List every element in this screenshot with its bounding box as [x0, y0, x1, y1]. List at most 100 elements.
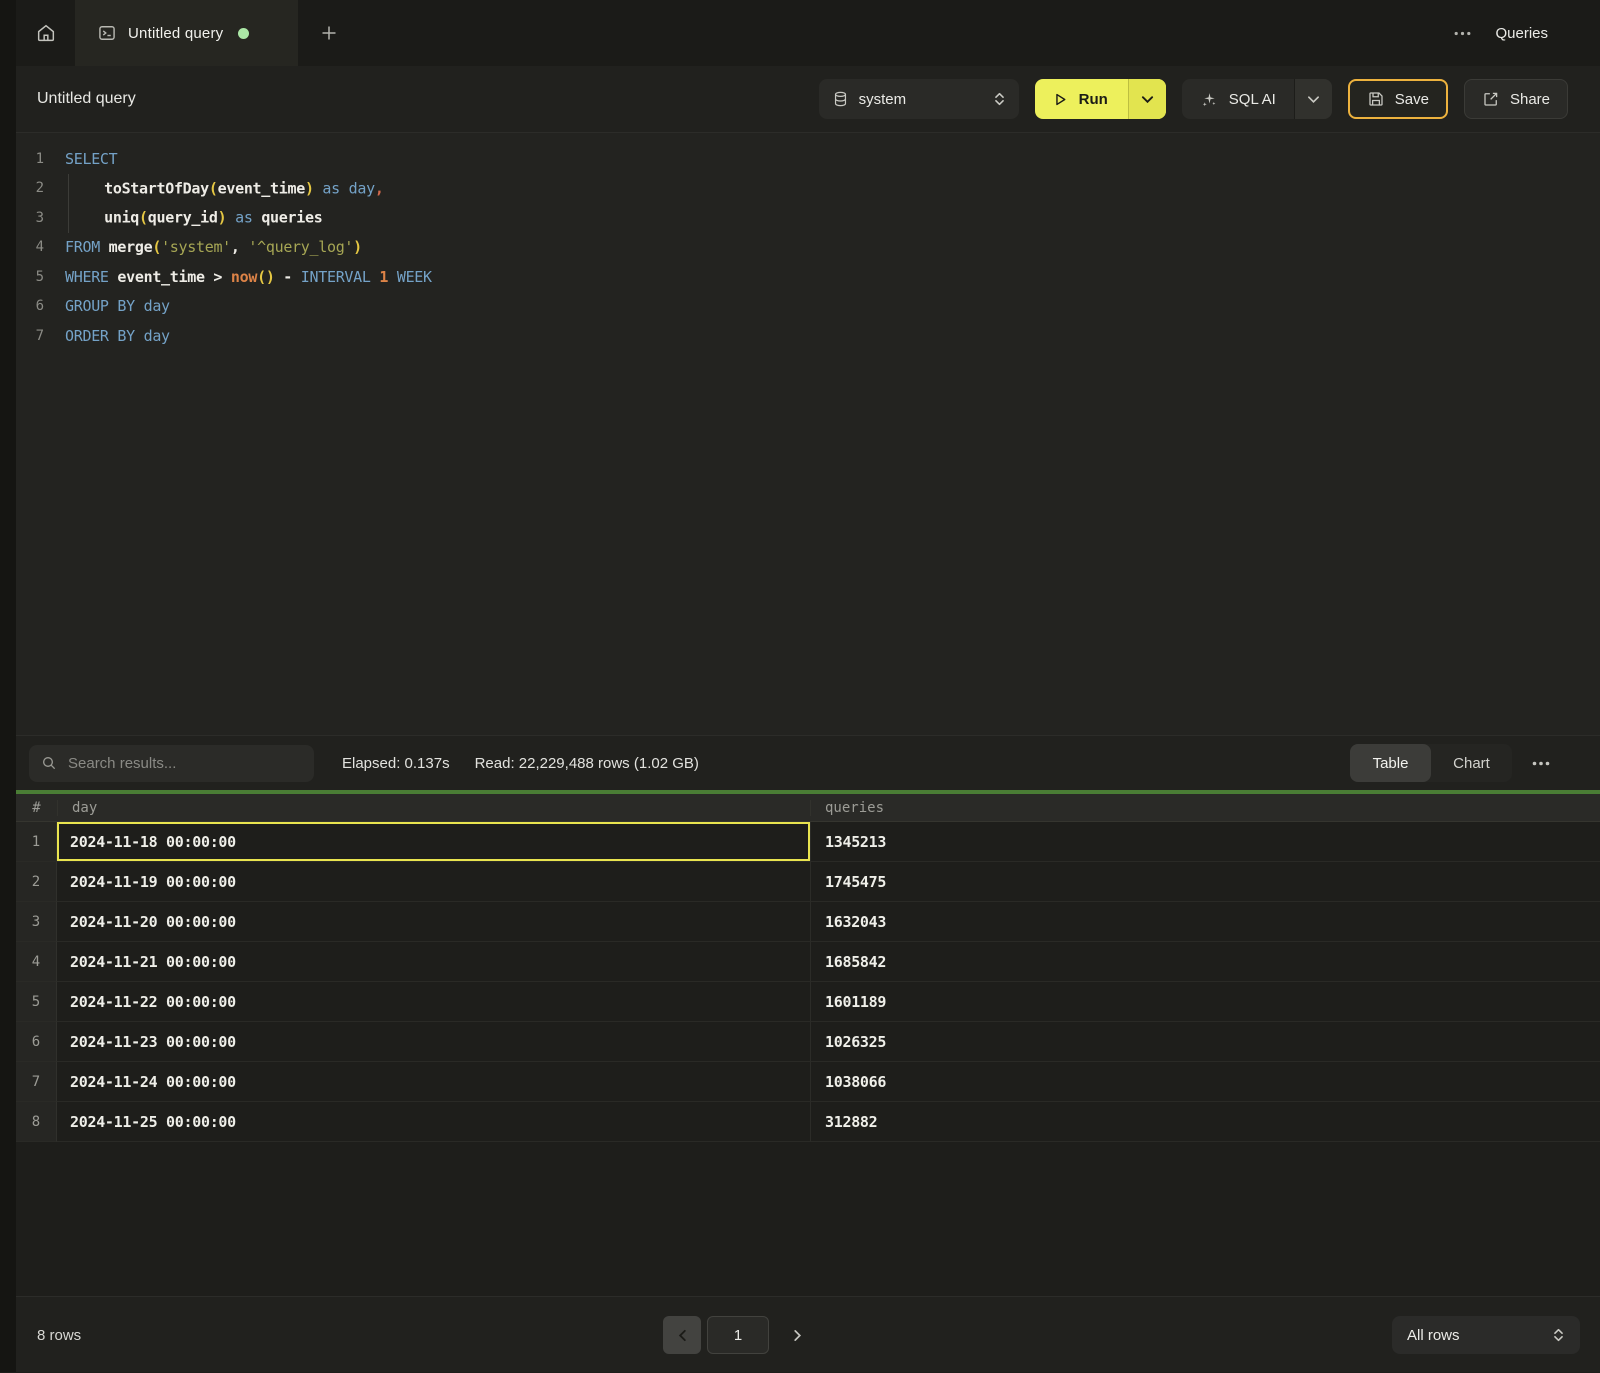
sql-ai-options-button[interactable]	[1294, 79, 1332, 119]
next-page-button[interactable]	[787, 1323, 808, 1348]
cell-queries[interactable]: 1026325	[810, 1022, 1600, 1062]
home-icon	[35, 22, 57, 44]
cell-queries[interactable]: 1632043	[810, 902, 1600, 942]
share-button[interactable]: Share	[1464, 79, 1568, 119]
code-line[interactable]: 1SELECT	[0, 144, 1600, 174]
results-table-body: 12024-11-18 00:00:00134521322024-11-19 0…	[0, 822, 1600, 1296]
cell-queries[interactable]: 1038066	[810, 1062, 1600, 1102]
run-button-label: Run	[1079, 91, 1108, 108]
sql-ai-button[interactable]: SQL AI	[1182, 79, 1294, 119]
code-line[interactable]: 3uniq(query_id) as queries	[0, 203, 1600, 233]
select-updown-icon	[993, 91, 1006, 107]
results-footer: 8 rows 1 All rows	[0, 1296, 1600, 1372]
cell-day[interactable]: 2024-11-22 00:00:00	[57, 982, 810, 1022]
database-icon	[832, 90, 849, 108]
table-row: 82024-11-25 00:00:00312882	[0, 1102, 1600, 1142]
code-text: GROUP BY day	[44, 297, 170, 315]
elapsed-stat: Elapsed: 0.137s	[342, 755, 450, 772]
ellipsis-icon	[1532, 761, 1550, 766]
code-line[interactable]: 5WHERE event_time > now() - INTERVAL 1 W…	[0, 262, 1600, 292]
tab-bar: Untitled query Queries	[0, 0, 1600, 66]
run-button-group: Run	[1035, 79, 1166, 119]
play-icon	[1052, 91, 1069, 108]
results-options-button[interactable]	[1528, 755, 1554, 772]
cell-queries[interactable]: 1685842	[810, 942, 1600, 982]
tab-options-button[interactable]	[1450, 27, 1475, 40]
table-row: 42024-11-21 00:00:001685842	[0, 942, 1600, 982]
database-selector[interactable]: system	[819, 79, 1019, 119]
unsaved-indicator-dot	[238, 28, 249, 39]
sql-ai-button-group: SQL AI	[1182, 79, 1332, 119]
cell-day[interactable]: 2024-11-19 00:00:00	[57, 862, 810, 902]
queries-link[interactable]: Queries	[1495, 25, 1548, 42]
code-text: toStartOfDay(event_time) as day,	[44, 174, 384, 204]
code-line[interactable]: 4FROM merge('system', '^query_log')	[0, 233, 1600, 263]
cell-queries[interactable]: 1345213	[810, 822, 1600, 862]
table-row: 72024-11-24 00:00:001038066	[0, 1062, 1600, 1102]
page-size-value: All rows	[1407, 1327, 1460, 1344]
left-rail	[0, 0, 16, 1372]
column-header-queries[interactable]: queries	[810, 800, 1600, 816]
search-input[interactable]	[66, 754, 286, 773]
tab-untitled-query[interactable]: Untitled query	[75, 0, 298, 66]
code-line[interactable]: 6GROUP BY day	[0, 292, 1600, 322]
sql-editor[interactable]: 1SELECT2toStartOfDay(event_time) as day,…	[0, 133, 1600, 735]
table-row: 52024-11-22 00:00:001601189	[0, 982, 1600, 1022]
view-table-tab[interactable]: Table	[1350, 744, 1431, 782]
run-button[interactable]: Run	[1035, 79, 1128, 119]
column-header-day[interactable]: day	[57, 800, 810, 816]
select-updown-icon	[1552, 1327, 1565, 1343]
cell-queries[interactable]: 1745475	[810, 862, 1600, 902]
cell-day[interactable]: 2024-11-24 00:00:00	[57, 1062, 810, 1102]
cell-day[interactable]: 2024-11-25 00:00:00	[57, 1102, 810, 1142]
save-button[interactable]: Save	[1348, 79, 1448, 119]
code-line[interactable]: 7ORDER BY day	[0, 321, 1600, 351]
chevron-right-icon	[793, 1329, 802, 1342]
new-tab-button[interactable]	[298, 0, 360, 66]
table-row: 62024-11-23 00:00:001026325	[0, 1022, 1600, 1062]
tab-title: Untitled query	[128, 25, 223, 42]
search-results-box[interactable]	[29, 745, 314, 782]
view-chart-tab[interactable]: Chart	[1431, 744, 1512, 782]
chevron-down-icon	[1307, 95, 1320, 104]
current-page-button[interactable]: 1	[707, 1316, 769, 1354]
view-toggle: Table Chart	[1350, 744, 1512, 782]
code-text: uniq(query_id) as queries	[44, 203, 322, 233]
search-icon	[41, 755, 57, 771]
tab-bar-right: Queries	[1450, 0, 1600, 66]
header-actions: system Run	[819, 79, 1568, 119]
code-line[interactable]: 2toStartOfDay(event_time) as day,	[0, 174, 1600, 204]
results-table-header: # day queries	[0, 794, 1600, 822]
code-text: ORDER BY day	[44, 327, 170, 345]
ellipsis-icon	[1454, 31, 1471, 36]
code-text: SELECT	[44, 150, 117, 168]
previous-page-button[interactable]	[663, 1316, 701, 1354]
terminal-icon	[97, 23, 117, 43]
cell-queries[interactable]: 312882	[810, 1102, 1600, 1142]
table-row: 22024-11-19 00:00:001745475	[0, 862, 1600, 902]
page-title: Untitled query	[37, 90, 136, 108]
sql-ai-button-label: SQL AI	[1229, 91, 1276, 108]
code-lines: 1SELECT2toStartOfDay(event_time) as day,…	[0, 144, 1600, 351]
chevron-left-icon	[678, 1329, 687, 1342]
cell-day[interactable]: 2024-11-18 00:00:00	[57, 822, 810, 862]
code-text: FROM merge('system', '^query_log')	[44, 238, 362, 256]
cell-day[interactable]: 2024-11-21 00:00:00	[57, 942, 810, 982]
database-selected-value: system	[859, 91, 983, 108]
table-row: 12024-11-18 00:00:001345213	[0, 822, 1600, 862]
run-options-button[interactable]	[1128, 79, 1166, 119]
query-header: Untitled query system	[0, 66, 1600, 133]
table-row: 32024-11-20 00:00:001632043	[0, 902, 1600, 942]
cell-day[interactable]: 2024-11-20 00:00:00	[57, 902, 810, 942]
page-size-selector[interactable]: All rows	[1392, 1316, 1580, 1354]
home-button[interactable]	[16, 0, 75, 66]
results-toolbar: Elapsed: 0.137s Read: 22,229,488 rows (1…	[0, 735, 1600, 790]
code-text: WHERE event_time > now() - INTERVAL 1 WE…	[44, 268, 432, 286]
chevron-down-icon	[1141, 95, 1154, 104]
cell-queries[interactable]: 1601189	[810, 982, 1600, 1022]
pagination: 1	[663, 1316, 808, 1354]
read-stat: Read: 22,229,488 rows (1.02 GB)	[475, 755, 699, 772]
sparkles-icon	[1200, 90, 1219, 109]
share-icon	[1482, 90, 1500, 108]
cell-day[interactable]: 2024-11-23 00:00:00	[57, 1022, 810, 1062]
